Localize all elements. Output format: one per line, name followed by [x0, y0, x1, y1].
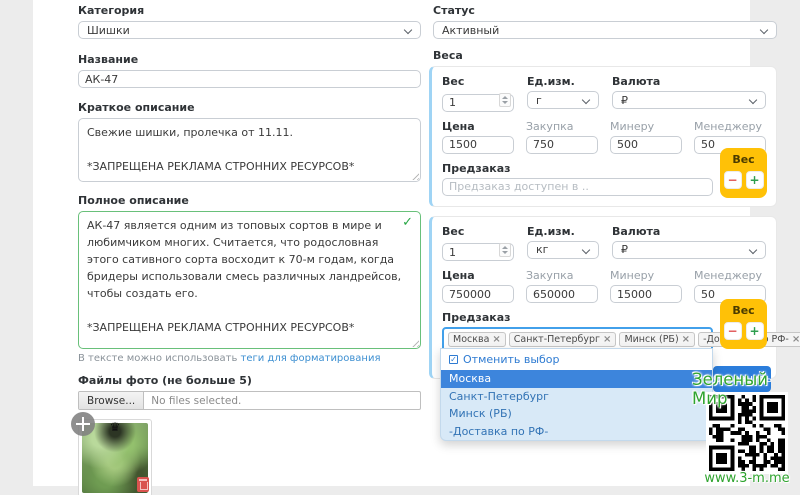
chevron-down-icon: [582, 245, 590, 253]
checkbox-checked-icon: [449, 355, 458, 364]
miner-input[interactable]: [610, 285, 682, 303]
unit-select-value: г: [536, 94, 542, 107]
photo-thumbnail-card: [78, 419, 152, 495]
short-description-wrap: Свежие шишки, пролечка от 11.11. *ЗАПРЕЩ…: [78, 118, 421, 182]
crown-main-photo-icon: [110, 420, 121, 434]
photo-files-label: Файлы фото (не больше 5): [78, 374, 421, 387]
status-select[interactable]: Активный: [433, 21, 777, 39]
name-label: Название: [78, 53, 421, 66]
weight-label: Вес: [442, 225, 514, 238]
full-description-wrap: АК-47 является одним из топовых сортов в…: [78, 211, 421, 349]
weight-badge: Вес − +: [720, 299, 767, 349]
chevron-down-icon: [760, 26, 768, 34]
full-description-textarea[interactable]: АК-47 является одним из топовых сортов в…: [78, 211, 421, 349]
formatting-tags-link[interactable]: теги для форматирования: [241, 353, 381, 364]
help-prefix-text: В тексте можно использовать: [78, 353, 241, 364]
short-description-label: Краткое описание: [78, 101, 421, 114]
file-input[interactable]: Browse... No files selected.: [78, 391, 421, 410]
chevron-down-icon: [749, 96, 757, 104]
full-description-label: Полное описание: [78, 194, 421, 207]
tag-remove-icon[interactable]: [682, 334, 690, 345]
chevron-down-icon: [749, 245, 757, 253]
tag-text: Минск (РБ): [624, 334, 678, 345]
save-button[interactable]: Сохранить: [713, 366, 771, 392]
add-weight-button[interactable]: +: [746, 171, 764, 189]
dropdown-option-delivery-rf[interactable]: -Доставка по РФ-: [441, 423, 712, 441]
product-edit-page: Категория Шишки Название Краткое описани…: [0, 0, 800, 495]
tag-remove-icon[interactable]: [492, 334, 500, 345]
delete-photo-button[interactable]: [137, 477, 149, 492]
weight-label: Вес: [442, 75, 514, 88]
tag-text: Санкт-Петербург: [514, 334, 600, 345]
chevron-down-icon: [404, 26, 412, 34]
status-label: Статус: [433, 4, 777, 17]
unit-label: Ед.изм.: [527, 75, 599, 88]
preorder-label: Предзаказ: [442, 162, 766, 175]
right-column: Статус Активный Веса Вес: [429, 0, 777, 379]
miner-label: Минеру: [610, 120, 682, 133]
preorder-tag: Москва: [448, 332, 506, 347]
preorder-tag: Минск (РБ): [619, 332, 695, 347]
weight-badge: Вес − +: [720, 148, 767, 198]
currency-select[interactable]: ₽: [612, 241, 766, 259]
unit-select[interactable]: г: [527, 91, 599, 109]
tag-remove-icon[interactable]: [603, 334, 611, 345]
weight-card-1: Вес Ед.изм. г Валюта: [429, 66, 777, 207]
weight-badge-title: Вес: [732, 153, 754, 166]
preorder-tag: Санкт-Петербург: [509, 332, 617, 347]
no-files-text: No files selected.: [144, 395, 241, 407]
preorder-label: Предзаказ: [442, 311, 766, 324]
category-label: Категория: [78, 4, 421, 17]
currency-label: Валюта: [612, 75, 766, 88]
currency-select[interactable]: ₽: [612, 91, 766, 109]
category-select[interactable]: Шишки: [78, 21, 421, 39]
remove-weight-button[interactable]: −: [724, 171, 742, 189]
manager-label: Менеджеру: [694, 120, 766, 133]
left-column: Категория Шишки Название Краткое описани…: [78, 0, 421, 495]
price-input[interactable]: [442, 285, 514, 303]
chevron-down-icon: [582, 96, 590, 104]
browse-button[interactable]: Browse...: [79, 392, 144, 409]
add-weight-button[interactable]: +: [746, 322, 764, 340]
dropdown-cancel-selection[interactable]: Отменить выбор: [441, 349, 712, 370]
city-dropdown: Отменить выбор Москва Санкт-Петербург Ми…: [440, 348, 713, 441]
tag-remove-icon[interactable]: [792, 334, 800, 345]
currency-label: Валюта: [612, 225, 766, 238]
dropdown-option-moscow[interactable]: Москва: [441, 370, 712, 388]
number-spinner[interactable]: [499, 93, 511, 107]
cancel-selection-label: Отменить выбор: [463, 353, 560, 366]
purchase-label: Закупка: [526, 269, 598, 282]
drag-move-icon[interactable]: [71, 412, 95, 436]
miner-label: Минеру: [610, 269, 682, 282]
currency-select-value: ₽: [621, 243, 628, 256]
formatting-help-text: В тексте можно использовать теги для фор…: [78, 353, 421, 364]
number-spinner[interactable]: [499, 243, 511, 257]
status-select-value: Активный: [442, 24, 499, 37]
valid-check-icon: [402, 215, 413, 230]
qr-code: [706, 392, 788, 474]
category-select-value: Шишки: [87, 24, 130, 37]
preorder-input[interactable]: [442, 178, 713, 196]
currency-select-value: ₽: [621, 94, 628, 107]
purchase-input[interactable]: [526, 136, 598, 154]
weights-title: Веса: [433, 49, 777, 62]
unit-select[interactable]: кг: [527, 241, 599, 259]
purchase-input[interactable]: [526, 285, 598, 303]
short-description-textarea[interactable]: Свежие шишки, пролечка от 11.11. *ЗАПРЕЩ…: [78, 118, 421, 182]
remove-weight-button[interactable]: −: [724, 322, 742, 340]
unit-select-value: кг: [536, 243, 548, 256]
miner-input[interactable]: [610, 136, 682, 154]
weight-badge-title: Вес: [732, 304, 754, 317]
name-input[interactable]: [78, 70, 421, 88]
manager-label: Менеджеру: [694, 269, 766, 282]
form-sheet: Категория Шишки Название Краткое описани…: [33, 0, 750, 486]
price-label: Цена: [442, 269, 514, 282]
tag-text: Москва: [453, 334, 489, 345]
purchase-label: Закупка: [526, 120, 598, 133]
price-label: Цена: [442, 120, 514, 133]
price-input[interactable]: [442, 136, 514, 154]
unit-label: Ед.изм.: [527, 225, 599, 238]
dropdown-option-minsk[interactable]: Минск (РБ): [441, 405, 712, 423]
dropdown-option-spb[interactable]: Санкт-Петербург: [441, 388, 712, 406]
